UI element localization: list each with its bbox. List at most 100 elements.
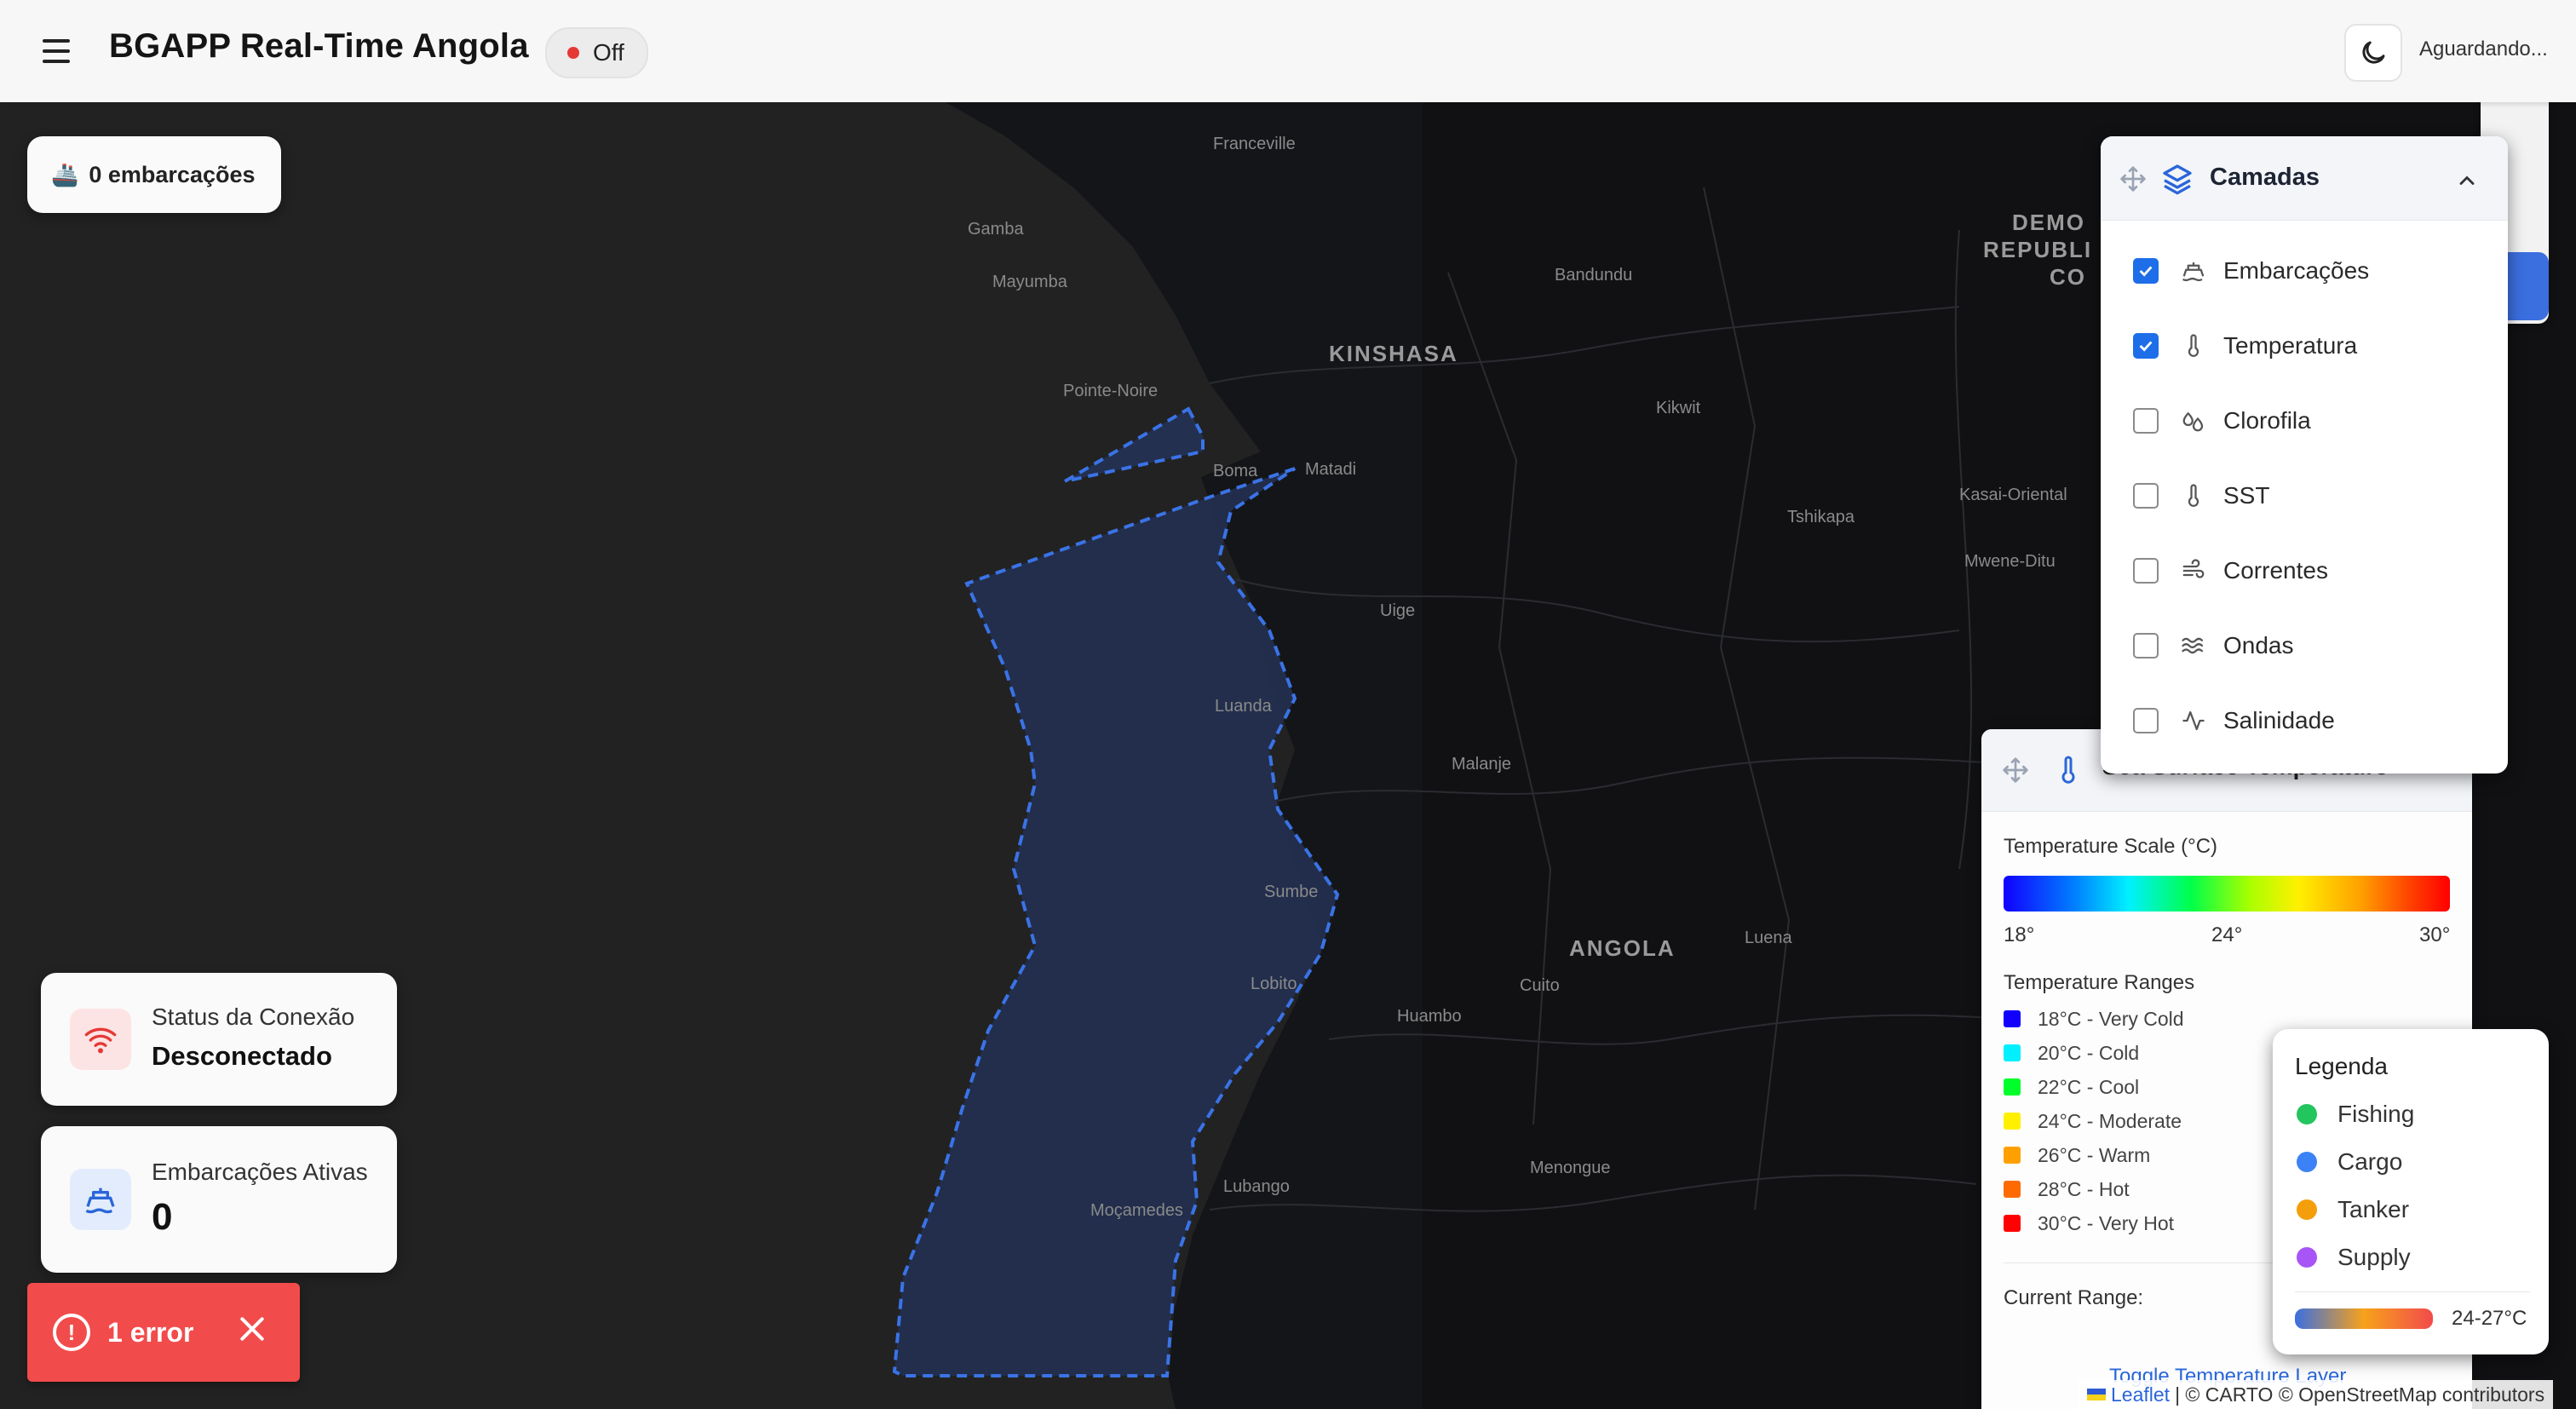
wind-icon	[2179, 556, 2208, 585]
wifi-icon	[70, 1009, 131, 1070]
range-label: 26°C - Warm	[2038, 1143, 2151, 1166]
scale-max: 30°	[2419, 923, 2451, 946]
layers-panel-header: Camadas	[2101, 136, 2508, 221]
map-label: Cuito	[1520, 976, 1560, 995]
map-label: Franceville	[1213, 135, 1296, 153]
layer-item-clorofila[interactable]: Clorofila	[2133, 395, 2491, 446]
app-header: BGAPP Real-Time Angola Off Aguardando...	[0, 0, 2576, 102]
layer-item-embarcacoes[interactable]: Embarcações	[2133, 245, 2491, 296]
layer-item-ondas[interactable]: Ondas	[2133, 620, 2491, 671]
scale-min: 18°	[2004, 923, 2035, 946]
legend-label: Fishing	[2337, 1101, 2415, 1127]
map-label: Kasai-Oriental	[1959, 486, 2067, 504]
range-swatch	[2004, 1215, 2021, 1232]
menu-icon[interactable]	[36, 31, 77, 72]
scale-title: Temperature Scale (°C)	[2004, 835, 2218, 858]
vessel-count-label: 0 embarcações	[89, 161, 256, 187]
range-label: 20°C - Cold	[2038, 1041, 2140, 1064]
close-icon[interactable]	[235, 1312, 269, 1346]
layer-checkbox[interactable]	[2133, 483, 2159, 509]
ship-icon	[70, 1169, 131, 1230]
leaflet-link[interactable]: Leaflet	[2111, 1383, 2170, 1406]
legend-divider	[2295, 1291, 2530, 1292]
legend-item: Cargo	[2297, 1148, 2402, 1176]
map-label: CO	[2050, 264, 2086, 290]
layer-item-sst[interactable]: SST	[2133, 470, 2491, 521]
scale-mid: 24°	[2211, 923, 2243, 946]
map-label: Pointe-Noire	[1063, 382, 1159, 400]
current-range-label: Current Range:	[2004, 1286, 2144, 1309]
legend-dot	[2297, 1199, 2317, 1220]
layer-checkbox[interactable]	[2133, 558, 2159, 584]
layer-checkbox[interactable]	[2133, 258, 2159, 284]
active-vessels-card: Embarcações Ativas 0	[41, 1126, 397, 1273]
layer-label: Clorofila	[2223, 407, 2311, 434]
map-label: Luena	[1745, 929, 1792, 947]
legend-label: Tanker	[2337, 1196, 2410, 1222]
connection-status-pill: Off	[545, 27, 648, 78]
connection-status-card: Status da Conexão Desconectado	[41, 973, 397, 1106]
layer-label: Correntes	[2223, 557, 2328, 584]
range-label: 24°C - Moderate	[2038, 1109, 2182, 1132]
map-label: Matadi	[1305, 460, 1357, 479]
temperature-range-item: 20°C - Cold	[2004, 1038, 2139, 1068]
temperature-range-item: 28°C - Hot	[2004, 1174, 2130, 1205]
range-label: 18°C - Very Cold	[2038, 1007, 2184, 1030]
app-title: BGAPP Real-Time Angola	[109, 27, 529, 65]
layer-item-temperatura[interactable]: Temperatura	[2133, 320, 2491, 371]
layer-checkbox[interactable]	[2133, 633, 2159, 658]
legend-dot	[2297, 1152, 2317, 1172]
map-label: Moçamedes	[1090, 1201, 1183, 1220]
map-label: Uige	[1380, 601, 1416, 620]
waiting-status: Aguardando...	[2419, 37, 2548, 60]
error-toast[interactable]: ! 1 error	[27, 1283, 300, 1382]
layer-checkbox[interactable]	[2133, 708, 2159, 733]
map-label: Lubango	[1223, 1177, 1290, 1196]
locate-button[interactable]	[2504, 252, 2549, 320]
thermometer-icon	[2061, 756, 2075, 784]
legend-range: 24-27°C	[2452, 1307, 2527, 1330]
map-label: Bandundu	[1555, 266, 1633, 285]
layer-checkbox[interactable]	[2133, 333, 2159, 359]
range-swatch	[2004, 1010, 2021, 1027]
droplets-icon	[2179, 406, 2208, 435]
legend-label: Supply	[2337, 1244, 2411, 1270]
map-attribution: Leaflet | © CARTO © OpenStreetMap contri…	[2079, 1380, 2554, 1409]
thermometer-icon	[2179, 481, 2208, 510]
legend-item: Supply	[2297, 1244, 2411, 1271]
move-icon[interactable]	[2002, 756, 2029, 784]
activity-icon	[2179, 706, 2208, 735]
range-label: 28°C - Hot	[2038, 1177, 2130, 1200]
ship-icon	[2179, 256, 2208, 285]
map-label: Mwene-Ditu	[1964, 552, 2056, 571]
range-label: 22°C - Cool	[2038, 1075, 2140, 1098]
layer-label: Temperatura	[2223, 332, 2358, 359]
move-icon[interactable]	[2119, 165, 2147, 193]
map-label: Huambo	[1397, 1007, 1462, 1026]
map-label: Sumbe	[1264, 883, 1319, 901]
status-label: Off	[593, 39, 624, 66]
layers-panel: Camadas Embarcações Temperatura Clorofil…	[2101, 136, 2508, 774]
legend-temperature-bar	[2295, 1308, 2433, 1329]
layer-checkbox[interactable]	[2133, 408, 2159, 434]
chevron-up-icon[interactable]	[2455, 169, 2479, 193]
map-label: Kikwit	[1656, 399, 1701, 417]
vessel-legend: Legenda Fishing Cargo Tanker Supply 24-2…	[2273, 1029, 2549, 1354]
map-label: ANGOLA	[1569, 935, 1676, 961]
layer-item-correntes[interactable]: Correntes	[2133, 545, 2491, 596]
legend-item: Fishing	[2297, 1101, 2414, 1128]
theme-toggle-button[interactable]	[2344, 24, 2402, 82]
temperature-range-item: 30°C - Very Hot	[2004, 1208, 2174, 1239]
layer-item-salinidade[interactable]: Salinidade	[2133, 695, 2491, 746]
legend-dot	[2297, 1104, 2317, 1124]
legend-title: Legenda	[2295, 1053, 2389, 1079]
attribution-text: | © CARTO © OpenStreetMap contributors	[2175, 1383, 2545, 1406]
map-label: Tshikapa	[1787, 508, 1854, 526]
moon-icon	[2362, 41, 2385, 64]
map-label: Boma	[1213, 462, 1258, 480]
map-label: Lobito	[1251, 975, 1297, 993]
temperature-range-item: 24°C - Moderate	[2004, 1106, 2182, 1136]
active-vessels-title: Embarcações Ativas	[152, 1159, 368, 1185]
status-dot-icon	[567, 47, 579, 59]
map-label: Gamba	[968, 220, 1024, 239]
